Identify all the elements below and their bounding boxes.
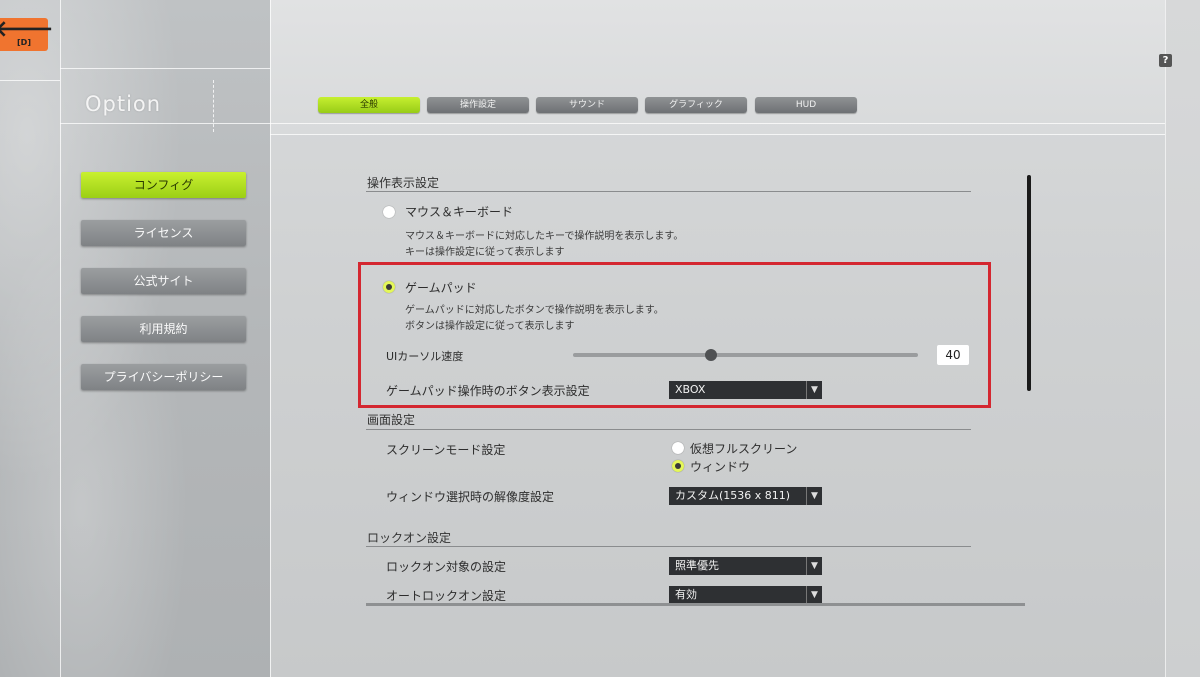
tab-general[interactable]: 全般 (318, 97, 420, 113)
content-bottom-edge (366, 603, 1025, 606)
mouse-keyboard-desc: キーは操作設定に従って表示します (405, 247, 565, 258)
section-title-controls-display: 操作表示設定 (367, 176, 440, 190)
sidebar-item-config[interactable]: コンフィグ (81, 172, 246, 198)
sidebar-item-license[interactable]: ライセンス (81, 220, 246, 246)
mouse-keyboard-desc: マウス＆キーボードに対応したキーで操作説明を表示します。 (405, 231, 684, 242)
resolution-label: ウィンドウ選択時の解像度設定 (386, 490, 555, 504)
section-divider (366, 191, 971, 192)
tab-graphics[interactable]: グラフィック (645, 97, 747, 113)
lockon-target-value: 照準優先 (675, 559, 719, 572)
help-icon[interactable]: ? (1159, 54, 1172, 67)
back-key-hint: [D] (17, 37, 31, 47)
radio-mouse-keyboard[interactable] (383, 206, 395, 218)
section-title-screen: 画面設定 (367, 413, 416, 427)
back-arrow-icon: 🡐 (0, 16, 54, 42)
auto-lockon-label: オートロックオン設定 (386, 589, 507, 603)
tab-controls[interactable]: 操作設定 (427, 97, 529, 113)
radio-window[interactable] (672, 460, 684, 472)
tab-hud[interactable]: HUD (755, 97, 857, 113)
divider (60, 68, 270, 69)
divider (270, 0, 271, 677)
divider (270, 134, 1165, 135)
tab-sound[interactable]: サウンド (536, 97, 638, 113)
radio-virtual-fullscreen[interactable] (672, 442, 684, 454)
divider (60, 123, 1165, 124)
mouse-keyboard-label[interactable]: マウス＆キーボード (405, 203, 513, 220)
resolution-select[interactable]: カスタム(1536 x 811) ▼ (669, 487, 822, 505)
highlight-frame (358, 262, 991, 408)
sidebar-item-terms[interactable]: 利用規約 (81, 316, 246, 342)
sidebar-item-official-site[interactable]: 公式サイト (81, 268, 246, 294)
chevron-down-icon: ▼ (806, 557, 822, 575)
auto-lockon-value: 有効 (675, 588, 697, 601)
chevron-down-icon: ▼ (806, 487, 822, 505)
header-background (270, 0, 1165, 135)
chevron-down-icon: ▼ (806, 586, 822, 604)
virtual-fullscreen-label[interactable]: 仮想フルスクリーン (690, 440, 797, 457)
screen-mode-label: スクリーンモード設定 (386, 443, 506, 457)
divider (0, 80, 60, 81)
lockon-target-select[interactable]: 照準優先 ▼ (669, 557, 822, 575)
section-divider (366, 429, 971, 430)
auto-lockon-select[interactable]: 有効 ▼ (669, 586, 822, 604)
divider (60, 0, 61, 677)
lockon-target-label: ロックオン対象の設定 (386, 560, 507, 574)
section-title-lockon: ロックオン設定 (367, 531, 452, 545)
right-panel (1165, 0, 1200, 677)
scrollbar[interactable] (1027, 175, 1031, 391)
page-title: Option (85, 92, 162, 116)
sidebar-item-privacy[interactable]: プライバシーポリシー (81, 364, 246, 390)
resolution-value: カスタム(1536 x 811) (675, 489, 791, 502)
window-label[interactable]: ウィンドウ (690, 458, 750, 475)
back-button[interactable]: 🡐 [D] (0, 18, 54, 51)
section-divider (366, 546, 971, 547)
divider (213, 80, 214, 132)
